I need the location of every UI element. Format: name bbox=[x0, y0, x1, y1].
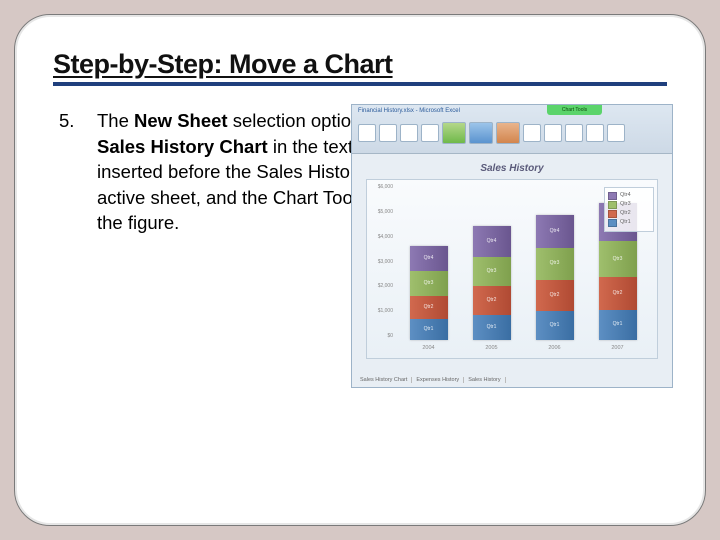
text-part: The bbox=[97, 110, 134, 131]
chart-title: Sales History bbox=[352, 162, 672, 176]
bar-seg-qtr3: Qtr3 bbox=[473, 257, 511, 287]
bold-chart-name: Sales History Chart bbox=[97, 136, 268, 157]
legend-swatch-icon bbox=[608, 219, 617, 227]
ribbon-icon bbox=[358, 124, 376, 142]
ribbon-icon bbox=[607, 124, 625, 142]
bar-seg-qtr4: Qtr4 bbox=[536, 215, 574, 247]
x-axis: 2004 2005 2006 2007 bbox=[397, 342, 649, 356]
bar-seg-qtr1: Qtr1 bbox=[473, 315, 511, 340]
ribbon-icon bbox=[523, 124, 541, 142]
ribbon-icons-row bbox=[358, 119, 666, 147]
stacked-bar: Qtr1 Qtr2 Qtr3 Qtr4 bbox=[536, 215, 574, 340]
ribbon-icon bbox=[565, 124, 583, 142]
legend-label: Qtr3 bbox=[620, 201, 631, 209]
bar-seg-qtr4: Qtr4 bbox=[410, 246, 448, 271]
bar-seg-qtr3: Qtr3 bbox=[599, 241, 637, 277]
sheet-tab: Expenses History bbox=[412, 377, 464, 383]
x-tick: 2007 bbox=[611, 345, 623, 353]
legend-label: Qtr4 bbox=[620, 192, 631, 200]
legend-item: Qtr2 bbox=[608, 210, 650, 218]
ribbon-icon bbox=[442, 122, 466, 144]
y-tick: $2,000 bbox=[378, 283, 393, 290]
ribbon-icon bbox=[496, 122, 520, 144]
chart-tools-tab: Chart Tools bbox=[547, 105, 602, 115]
title-container: Step-by-Step: Move a Chart bbox=[53, 49, 667, 86]
x-tick: 2004 bbox=[422, 345, 434, 353]
bar-seg-qtr2: Qtr2 bbox=[536, 280, 574, 311]
sheet-tabs: Sales History ChartExpenses HistorySales… bbox=[356, 377, 506, 385]
y-tick: $5,000 bbox=[378, 209, 393, 216]
y-tick: $6,000 bbox=[378, 184, 393, 191]
ribbon-icon bbox=[586, 124, 604, 142]
slide-title: Step-by-Step: Move a Chart bbox=[53, 49, 393, 79]
legend-swatch-icon bbox=[608, 201, 617, 209]
ribbon-icon bbox=[469, 122, 493, 144]
legend-swatch-icon bbox=[608, 192, 617, 200]
legend-label: Qtr2 bbox=[620, 210, 631, 218]
bar-seg-qtr2: Qtr2 bbox=[473, 286, 511, 314]
x-tick: 2006 bbox=[548, 345, 560, 353]
chart-legend: Qtr4 Qtr3 Qtr2 Qtr1 bbox=[604, 187, 654, 232]
ribbon-icon bbox=[400, 124, 418, 142]
bar-seg-qtr3: Qtr3 bbox=[536, 248, 574, 280]
legend-swatch-icon bbox=[608, 210, 617, 218]
ribbon-icon bbox=[421, 124, 439, 142]
legend-label: Qtr1 bbox=[620, 219, 631, 227]
bar-seg-qtr2: Qtr2 bbox=[410, 296, 448, 319]
sheet-tab: Sales History Chart bbox=[356, 377, 412, 383]
excel-screenshot: Financial History.xlsx - Microsoft Excel… bbox=[351, 104, 673, 388]
stacked-bar: Qtr1 Qtr2 Qtr3 Qtr4 bbox=[410, 246, 448, 340]
bar-seg-qtr3: Qtr3 bbox=[410, 271, 448, 295]
legend-item: Qtr1 bbox=[608, 219, 650, 227]
content-area: 5. The New Sheet selection option is sel… bbox=[53, 108, 667, 236]
y-tick: $1,000 bbox=[378, 308, 393, 315]
bar-seg-qtr2: Qtr2 bbox=[599, 277, 637, 310]
bar-seg-qtr1: Qtr1 bbox=[410, 319, 448, 340]
y-tick: $4,000 bbox=[378, 234, 393, 241]
bar-seg-qtr1: Qtr1 bbox=[536, 311, 574, 340]
x-tick: 2005 bbox=[485, 345, 497, 353]
y-axis: $6,000 $5,000 $4,000 $3,000 $2,000 $1,00… bbox=[369, 184, 393, 340]
excel-titlebar: Financial History.xlsx - Microsoft Excel bbox=[358, 107, 460, 115]
ribbon-icon bbox=[379, 124, 397, 142]
legend-item: Qtr4 bbox=[608, 192, 650, 200]
y-tick: $0 bbox=[387, 333, 393, 340]
sheet-tab: Sales History bbox=[464, 377, 505, 383]
bar-seg-qtr4: Qtr4 bbox=[473, 226, 511, 257]
bar-seg-qtr1: Qtr1 bbox=[599, 310, 637, 340]
legend-item: Qtr3 bbox=[608, 201, 650, 209]
step-number: 5. bbox=[59, 108, 74, 134]
excel-ribbon: Financial History.xlsx - Microsoft Excel… bbox=[352, 105, 672, 154]
slide-card: Step-by-Step: Move a Chart 5. The New Sh… bbox=[14, 14, 706, 526]
stacked-bar: Qtr1 Qtr2 Qtr3 Qtr4 bbox=[473, 226, 511, 340]
bold-new-sheet: New Sheet bbox=[134, 110, 228, 131]
y-tick: $3,000 bbox=[378, 259, 393, 266]
ribbon-icon bbox=[544, 124, 562, 142]
